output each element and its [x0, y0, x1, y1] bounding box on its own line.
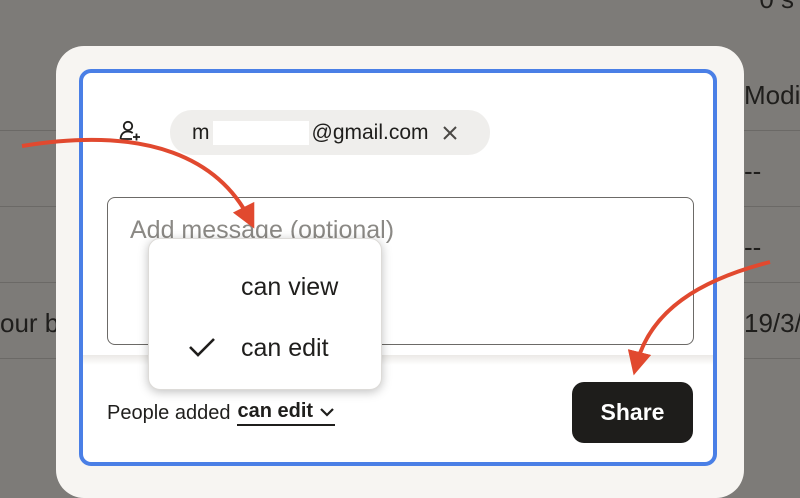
permission-row: People added can edit [107, 400, 336, 426]
bg-row-value: 19/3/ [744, 308, 800, 338]
menu-item-label: can view [241, 273, 339, 301]
recipient-email-prefix: m [192, 120, 210, 144]
permission-selected: can edit [237, 400, 314, 422]
menu-item-label: can edit [241, 334, 329, 362]
share-button[interactable]: Share [572, 382, 693, 443]
permission-prefix: People added [107, 401, 231, 424]
permission-dropdown[interactable]: can edit [237, 400, 336, 426]
recipient-chip[interactable]: m @gmail.com [170, 110, 490, 155]
check-icon [189, 338, 215, 357]
menu-item-can-edit[interactable]: can edit [149, 320, 383, 376]
close-icon[interactable] [441, 124, 459, 142]
add-person-icon [119, 120, 140, 141]
bg-column-header: Modi [744, 80, 800, 110]
bg-row-value: -- [744, 232, 762, 262]
chevron-down-icon [320, 407, 334, 417]
permission-menu: can view can edit [148, 238, 382, 390]
bg-row-value: -- [744, 156, 762, 186]
redacted-block [212, 120, 309, 145]
bg-row-text: our b [0, 308, 60, 338]
menu-item-can-view[interactable]: can view [149, 259, 383, 315]
bg-top-right-text: 0 s [759, 0, 794, 15]
recipient-email-suffix: @gmail.com [311, 120, 429, 144]
